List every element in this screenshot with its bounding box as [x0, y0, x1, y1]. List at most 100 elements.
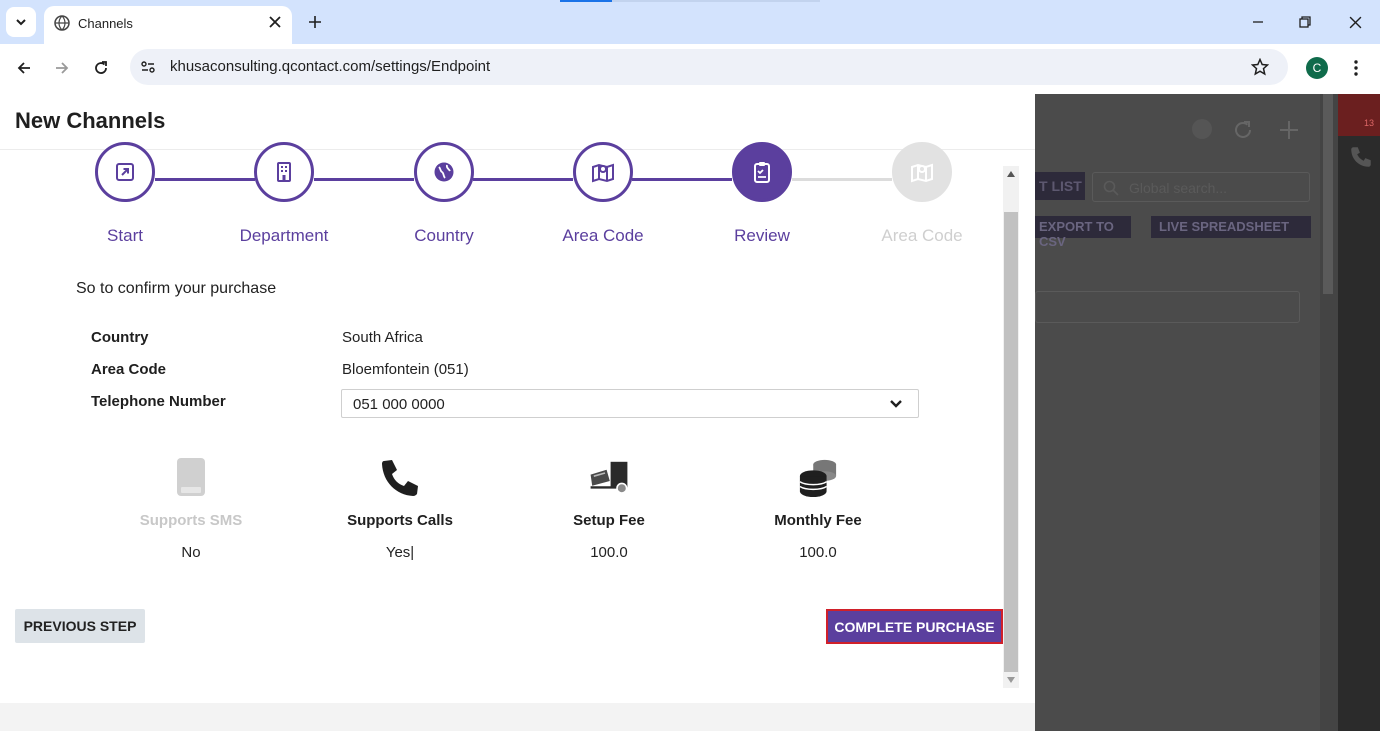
step-ring: [573, 142, 633, 202]
bg-list-button: T LIST: [1035, 172, 1085, 200]
feature-value: Yes|: [385, 544, 415, 561]
telephone-number-value: 051 000 0000: [353, 396, 445, 413]
browser-toolbar: khusaconsulting.qcontact.com/settings/En…: [0, 44, 1380, 94]
new-tab-button[interactable]: [302, 9, 328, 35]
step-label: Area Code: [881, 226, 963, 245]
scrollbar-thumb[interactable]: [1004, 212, 1018, 672]
feature-calls: Supports Calls Yes|: [325, 456, 475, 566]
bg-scrollbar-thumb: [1323, 94, 1333, 294]
phone-icon: [1351, 147, 1371, 167]
step-circle: [95, 142, 155, 202]
tab-indicator: [560, 0, 612, 2]
bg-export-button: EXPORT TO CSV: [1035, 216, 1131, 249]
bg-notification-badge: 13: [1338, 94, 1380, 136]
restore-button[interactable]: [1291, 8, 1319, 36]
step-circle: [573, 142, 633, 202]
step-ring: [414, 142, 474, 202]
building-icon: [277, 162, 291, 182]
plus-icon: [1280, 121, 1298, 139]
modal-title: New Channels: [15, 108, 166, 133]
telephone-number-select[interactable]: 051 000 0000: [341, 389, 919, 418]
bg-search-input: Global search...: [1092, 172, 1310, 202]
step-country[interactable]: Country: [364, 142, 524, 266]
confirm-text: So to confirm your purchase: [76, 280, 277, 297]
clipboard-icon: [754, 162, 770, 183]
external-link-icon: [116, 163, 134, 181]
close-window-button[interactable]: [1341, 8, 1369, 36]
more-menu-icon[interactable]: [1344, 56, 1368, 80]
step-ring: [95, 142, 155, 202]
search-icon: [1103, 180, 1119, 196]
new-channels-modal: New Channels Start Department Country Ar…: [0, 94, 1035, 731]
step-label: Department: [239, 226, 329, 245]
step-start[interactable]: Start: [45, 142, 205, 266]
bg-sidebar: [1338, 94, 1380, 731]
phone-device-icon: [171, 456, 211, 498]
reload-button[interactable]: [87, 54, 115, 82]
modal-footer: [0, 703, 1035, 731]
tab-title: Channels: [78, 16, 133, 31]
modal-divider: [0, 149, 1035, 150]
step-review[interactable]: Review: [682, 142, 842, 266]
chevron-down-icon: [16, 19, 26, 26]
step-label: Start: [107, 226, 143, 245]
browser-chrome: Channels khusaconsulting.qcontact.com/se…: [0, 0, 1380, 94]
refresh-icon: [1235, 121, 1251, 138]
tab-search-button[interactable]: [6, 7, 36, 37]
status-dot: [1192, 119, 1212, 139]
modal-scrollbar[interactable]: [1003, 166, 1019, 688]
bg-field: [1035, 291, 1300, 323]
step-circle: [414, 142, 474, 202]
feature-label: Supports SMS: [139, 512, 243, 529]
bg-search-placeholder: Global search...: [1129, 180, 1228, 196]
map-icon: [911, 163, 933, 183]
step-circle: [254, 142, 314, 202]
step-label: Review: [734, 226, 790, 245]
reload-icon: [95, 61, 107, 74]
address-bar[interactable]: khusaconsulting.qcontact.com/settings/En…: [130, 49, 1288, 85]
step-ring: [892, 142, 952, 202]
step-circle: [892, 142, 952, 202]
area-code-label: Area Code: [91, 361, 167, 378]
previous-step-button[interactable]: PREVIOUS STEP: [15, 609, 145, 643]
step-area-code-final[interactable]: Area Code: [842, 142, 1002, 266]
step-circle: [732, 142, 792, 202]
telephone-label: Telephone Number: [91, 393, 226, 410]
step-area-code[interactable]: Area Code: [523, 142, 683, 266]
chevron-down-icon: [886, 394, 906, 414]
bg-live-spreadsheet-button: LIVE SPREADSHEET: [1151, 216, 1311, 238]
browser-tab[interactable]: Channels: [44, 6, 292, 44]
area-code-value: Bloemfontein (051): [342, 361, 469, 378]
minimize-icon: [1253, 21, 1263, 23]
background-app-overlay: T LIST Global search... EXPORT TO CSV LI…: [1035, 94, 1380, 731]
scroll-down-arrow-icon[interactable]: [1003, 672, 1019, 688]
complete-purchase-button[interactable]: COMPLETE PURCHASE: [826, 609, 1003, 644]
feature-label: Monthly Fee: [774, 512, 862, 529]
step-department[interactable]: Department: [204, 142, 364, 266]
map-icon: [592, 163, 614, 183]
feature-label: Setup Fee: [573, 512, 645, 529]
globe-icon: [434, 162, 454, 182]
phone-call-icon: [380, 456, 420, 498]
minimize-button[interactable]: [1244, 8, 1272, 36]
coins-icon: [798, 456, 838, 498]
feature-sms: Supports SMS No: [116, 456, 266, 566]
country-value: South Africa: [342, 329, 423, 346]
bookmark-star-icon[interactable]: [1250, 57, 1270, 77]
arrow-right-icon: [56, 62, 69, 74]
back-button[interactable]: [10, 54, 38, 82]
step-ring: [732, 142, 792, 202]
forward-button[interactable]: [48, 54, 76, 82]
close-icon: [1349, 16, 1361, 28]
site-info-icon[interactable]: [138, 57, 158, 77]
step-label: Country: [414, 226, 474, 245]
profile-avatar[interactable]: C: [1306, 57, 1328, 79]
restore-icon: [1299, 16, 1311, 28]
url-text: khusaconsulting.qcontact.com/settings/En…: [170, 58, 491, 75]
tab-indicator-secondary: [612, 0, 820, 2]
scroll-up-arrow-icon[interactable]: [1003, 166, 1019, 182]
close-tab-icon[interactable]: [266, 13, 284, 31]
globe-icon: [54, 15, 70, 31]
step-ring: [254, 142, 314, 202]
feature-value: 100.0: [590, 544, 628, 561]
